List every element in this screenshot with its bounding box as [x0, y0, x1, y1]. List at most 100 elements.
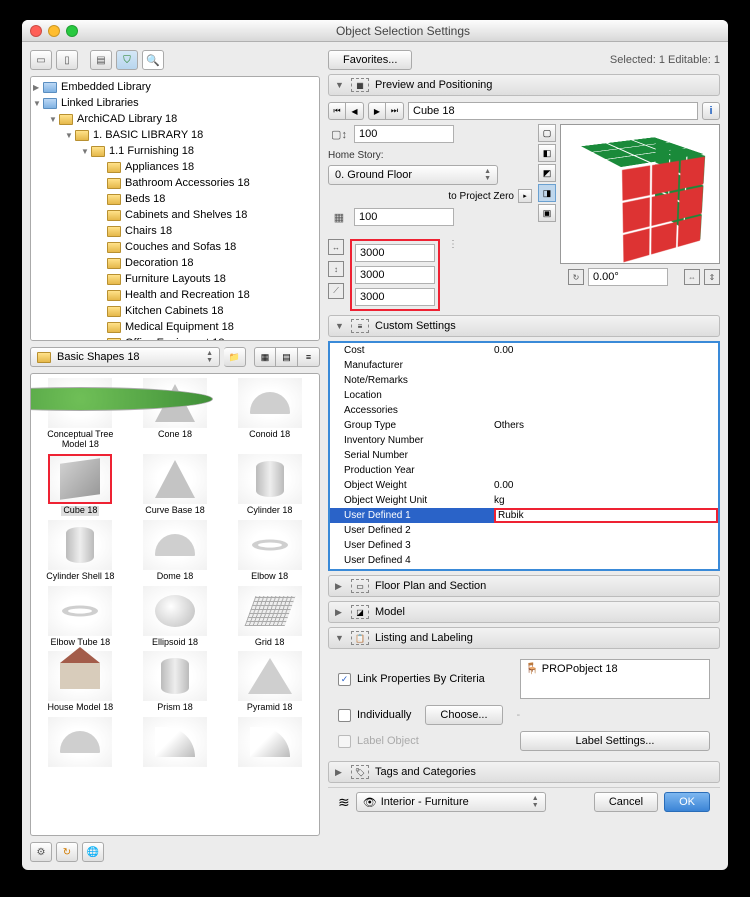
shape-thumb[interactable]: Elbow 18: [224, 520, 315, 582]
cancel-button[interactable]: Cancel: [594, 792, 658, 812]
tree-linked[interactable]: Linked Libraries: [61, 97, 139, 109]
properties-field[interactable]: 🪑 PROPobject 18: [520, 659, 710, 699]
home-story-select[interactable]: 0. Ground Floor▲▼: [328, 165, 498, 185]
nav-prev[interactable]: ◀: [346, 102, 364, 120]
shape-thumb[interactable]: Conoid 18: [224, 378, 315, 450]
choose-button[interactable]: Choose...: [425, 705, 502, 725]
shape-thumb[interactable]: Elbow Tube 18: [35, 586, 126, 648]
tree-item[interactable]: Cabinets and Shelves 18: [31, 207, 319, 223]
window-zoom-button[interactable]: [66, 25, 78, 37]
shape-thumb[interactable]: Cylinder 18: [224, 454, 315, 516]
mirror-y-icon[interactable]: ⇕: [704, 269, 720, 285]
window-minimize-button[interactable]: [48, 25, 60, 37]
pmode-2[interactable]: ◧: [538, 144, 556, 162]
label-settings-button[interactable]: Label Settings...: [520, 731, 710, 751]
settings-row[interactable]: Object Weight0.00: [330, 478, 718, 493]
library-filter-button[interactable]: ⛉: [116, 50, 138, 70]
section-custom[interactable]: ▼≡ Custom Settings: [328, 315, 720, 337]
tree-item[interactable]: Kitchen Cabinets 18: [31, 303, 319, 319]
dim-y-input[interactable]: 3000: [355, 266, 435, 284]
section-preview[interactable]: ▼▦ Preview and Positioning: [328, 74, 720, 96]
label-object-checkbox[interactable]: [338, 735, 351, 748]
pmode-3[interactable]: ◩: [538, 164, 556, 182]
library-tree[interactable]: ▶Embedded Library ▼Linked Libraries ▼Arc…: [30, 76, 320, 341]
section-tags[interactable]: ▶🏷 Tags and Categories: [328, 761, 720, 783]
section-model[interactable]: ▶◪ Model: [328, 601, 720, 623]
nav-next[interactable]: ▶: [368, 102, 386, 120]
tree-item[interactable]: Furniture Layouts 18: [31, 271, 319, 287]
settings-row[interactable]: Group TypeOthers: [330, 418, 718, 433]
view-list[interactable]: ≡: [298, 347, 320, 367]
layer-select[interactable]: 👁 Interior - Furniture ▲▼: [356, 792, 546, 812]
shape-thumb[interactable]: Curve Base 18: [130, 454, 221, 516]
dim-x-input[interactable]: 3000: [355, 244, 435, 262]
ok-button[interactable]: OK: [664, 792, 710, 812]
dim-z-input[interactable]: 3000: [355, 288, 435, 306]
settings-row[interactable]: User Defined 5: [330, 568, 718, 571]
section-listing[interactable]: ▼📋 Listing and Labeling: [328, 627, 720, 649]
settings-row[interactable]: Object Weight Unitkg: [330, 493, 718, 508]
tree-item[interactable]: Health and Recreation 18: [31, 287, 319, 303]
settings-row[interactable]: User Defined 1Rubik: [330, 508, 718, 523]
shape-thumb[interactable]: Prism 18: [130, 651, 221, 713]
link-properties-checkbox[interactable]: ✓: [338, 673, 351, 686]
layout-toggle-1[interactable]: ▭: [30, 50, 52, 70]
settings-row[interactable]: User Defined 2: [330, 523, 718, 538]
settings-row[interactable]: Cost0.00: [330, 343, 718, 358]
shape-thumb[interactable]: [130, 717, 221, 769]
tree-furnishing[interactable]: 1.1 Furnishing 18: [109, 145, 194, 157]
object-name-field[interactable]: Cube 18: [408, 102, 698, 120]
settings-row[interactable]: User Defined 4: [330, 553, 718, 568]
library-manager-button[interactable]: ⚙: [30, 842, 52, 862]
tree-archicad[interactable]: ArchiCAD Library 18: [77, 113, 177, 125]
pmode-5[interactable]: ▣: [538, 204, 556, 222]
tree-item[interactable]: Beds 18: [31, 191, 319, 207]
library-browser-button[interactable]: ▤: [90, 50, 112, 70]
settings-row[interactable]: Note/Remarks: [330, 373, 718, 388]
folder-select[interactable]: Basic Shapes 18 ▲▼: [30, 347, 220, 367]
custom-settings-table[interactable]: Cost0.00ManufacturerNote/RemarksLocation…: [328, 341, 720, 571]
tree-item[interactable]: Bathroom Accessories 18: [31, 175, 319, 191]
shape-thumb[interactable]: House Model 18: [35, 651, 126, 713]
info-button[interactable]: i: [702, 102, 720, 120]
offset-input[interactable]: 100: [354, 208, 454, 226]
shape-thumb[interactable]: Conceptual Tree Model 18: [35, 378, 126, 450]
reload-button[interactable]: ↻: [56, 842, 78, 862]
elevation-input[interactable]: 100: [354, 125, 454, 143]
view-small-icons[interactable]: ▤: [276, 347, 298, 367]
settings-row[interactable]: Location: [330, 388, 718, 403]
settings-row[interactable]: Manufacturer: [330, 358, 718, 373]
nav-first[interactable]: ⏮: [328, 102, 346, 120]
project-zero-dd[interactable]: ▸: [518, 189, 532, 203]
chain-icon[interactable]: ⋮: [446, 239, 460, 250]
folder-up-button[interactable]: 📁: [224, 347, 246, 367]
layout-toggle-2[interactable]: ▯: [56, 50, 78, 70]
tree-item[interactable]: Medical Equipment 18: [31, 319, 319, 335]
settings-row[interactable]: Serial Number: [330, 448, 718, 463]
tree-item[interactable]: Decoration 18: [31, 255, 319, 271]
shape-thumb[interactable]: Cylinder Shell 18: [35, 520, 126, 582]
shape-thumb[interactable]: Grid 18: [224, 586, 315, 648]
search-icon[interactable]: 🔍: [142, 50, 164, 70]
view-large-icons[interactable]: ▦: [254, 347, 276, 367]
settings-row[interactable]: User Defined 3: [330, 538, 718, 553]
section-floor[interactable]: ▶▭ Floor Plan and Section: [328, 575, 720, 597]
shape-thumb[interactable]: Ellipsoid 18: [130, 586, 221, 648]
pmode-1[interactable]: ▢: [538, 124, 556, 142]
settings-row[interactable]: Inventory Number: [330, 433, 718, 448]
tree-basic[interactable]: 1. BASIC LIBRARY 18: [93, 129, 203, 141]
settings-row[interactable]: Accessories: [330, 403, 718, 418]
shape-thumb[interactable]: Pyramid 18: [224, 651, 315, 713]
tree-item[interactable]: Couches and Sofas 18: [31, 239, 319, 255]
nav-last[interactable]: ⏭: [386, 102, 404, 120]
favorites-button[interactable]: Favorites...: [328, 50, 412, 70]
pmode-4[interactable]: ◨: [538, 184, 556, 202]
tree-item[interactable]: Chairs 18: [31, 223, 319, 239]
shape-thumb[interactable]: [35, 717, 126, 769]
shape-thumb[interactable]: Cube 18: [35, 454, 126, 516]
mirror-x-icon[interactable]: ⇔: [684, 269, 700, 285]
tree-embedded[interactable]: Embedded Library: [61, 81, 151, 93]
tree-item[interactable]: Office Equipment 18: [31, 335, 319, 341]
settings-row[interactable]: Production Year: [330, 463, 718, 478]
angle-input[interactable]: 0.00°: [588, 268, 668, 286]
